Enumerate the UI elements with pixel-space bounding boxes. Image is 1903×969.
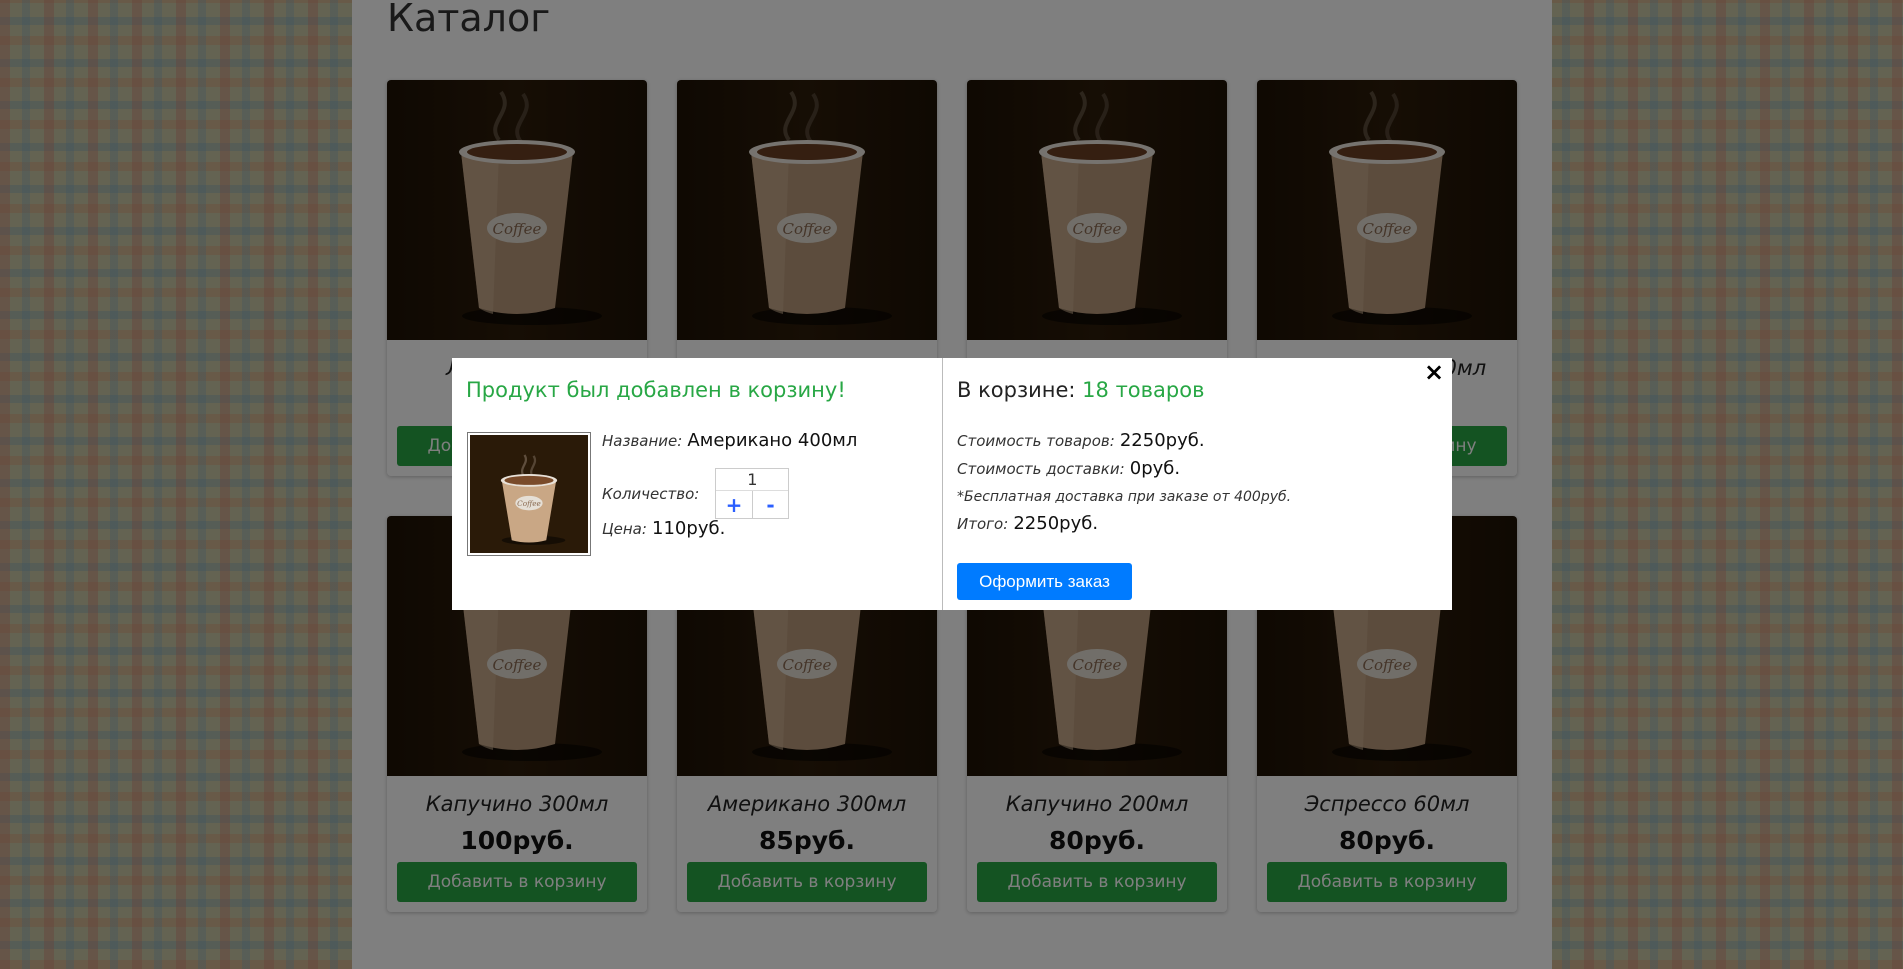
product-thumbnail: Coffee bbox=[467, 432, 591, 556]
total-label: Итого: bbox=[957, 515, 1009, 533]
cart-title-label: В корзине: bbox=[957, 378, 1076, 402]
name-value: Американо 400мл bbox=[687, 430, 858, 451]
cart-summary-panel: В корзине: 18 товаров Стоимость товаров:… bbox=[943, 358, 1452, 610]
coffee-cup-image: Coffee bbox=[470, 435, 588, 553]
delivery-cost-label: Стоимость доставки: bbox=[957, 460, 1125, 478]
quantity-input[interactable] bbox=[716, 469, 789, 491]
product-price-row: Цена: 110руб. bbox=[602, 518, 725, 539]
quantity-label: Количество: bbox=[602, 484, 700, 503]
price-label: Цена: bbox=[602, 520, 647, 538]
quantity-row: Количество: + - bbox=[602, 468, 790, 519]
total-value: 2250руб. bbox=[1013, 513, 1099, 534]
added-to-cart-modal: Продукт был добавлен в корзину! Coffee Н… bbox=[452, 358, 1452, 610]
increase-quantity-button[interactable]: + bbox=[716, 491, 752, 518]
svg-text:Coffee: Coffee bbox=[517, 499, 541, 508]
added-product-panel: Продукт был добавлен в корзину! Coffee Н… bbox=[452, 358, 943, 610]
free-delivery-note: *Бесплатная доставка при заказе от 400ру… bbox=[957, 489, 1292, 505]
close-icon[interactable]: × bbox=[1422, 360, 1446, 384]
goods-cost-row: Стоимость товаров: 2250руб. bbox=[957, 430, 1205, 451]
added-title: Продукт был добавлен в корзину! bbox=[466, 378, 846, 402]
goods-cost-value: 2250руб. bbox=[1119, 430, 1205, 451]
goods-cost-label: Стоимость товаров: bbox=[957, 432, 1115, 450]
total-row: Итого: 2250руб. bbox=[957, 513, 1098, 534]
name-label: Название: bbox=[602, 432, 683, 450]
price-value: 110руб. bbox=[652, 518, 726, 539]
cart-title: В корзине: 18 товаров bbox=[957, 378, 1204, 402]
delivery-cost-row: Стоимость доставки: 0руб. bbox=[957, 458, 1180, 479]
decrease-quantity-button[interactable]: - bbox=[751, 491, 789, 518]
product-name-row: Название: Американо 400мл bbox=[602, 430, 857, 451]
delivery-cost-value: 0руб. bbox=[1129, 458, 1181, 479]
checkout-button[interactable]: Оформить заказ bbox=[957, 563, 1132, 600]
quantity-stepper: + - bbox=[715, 468, 790, 519]
cart-count: 18 товаров bbox=[1082, 378, 1205, 402]
